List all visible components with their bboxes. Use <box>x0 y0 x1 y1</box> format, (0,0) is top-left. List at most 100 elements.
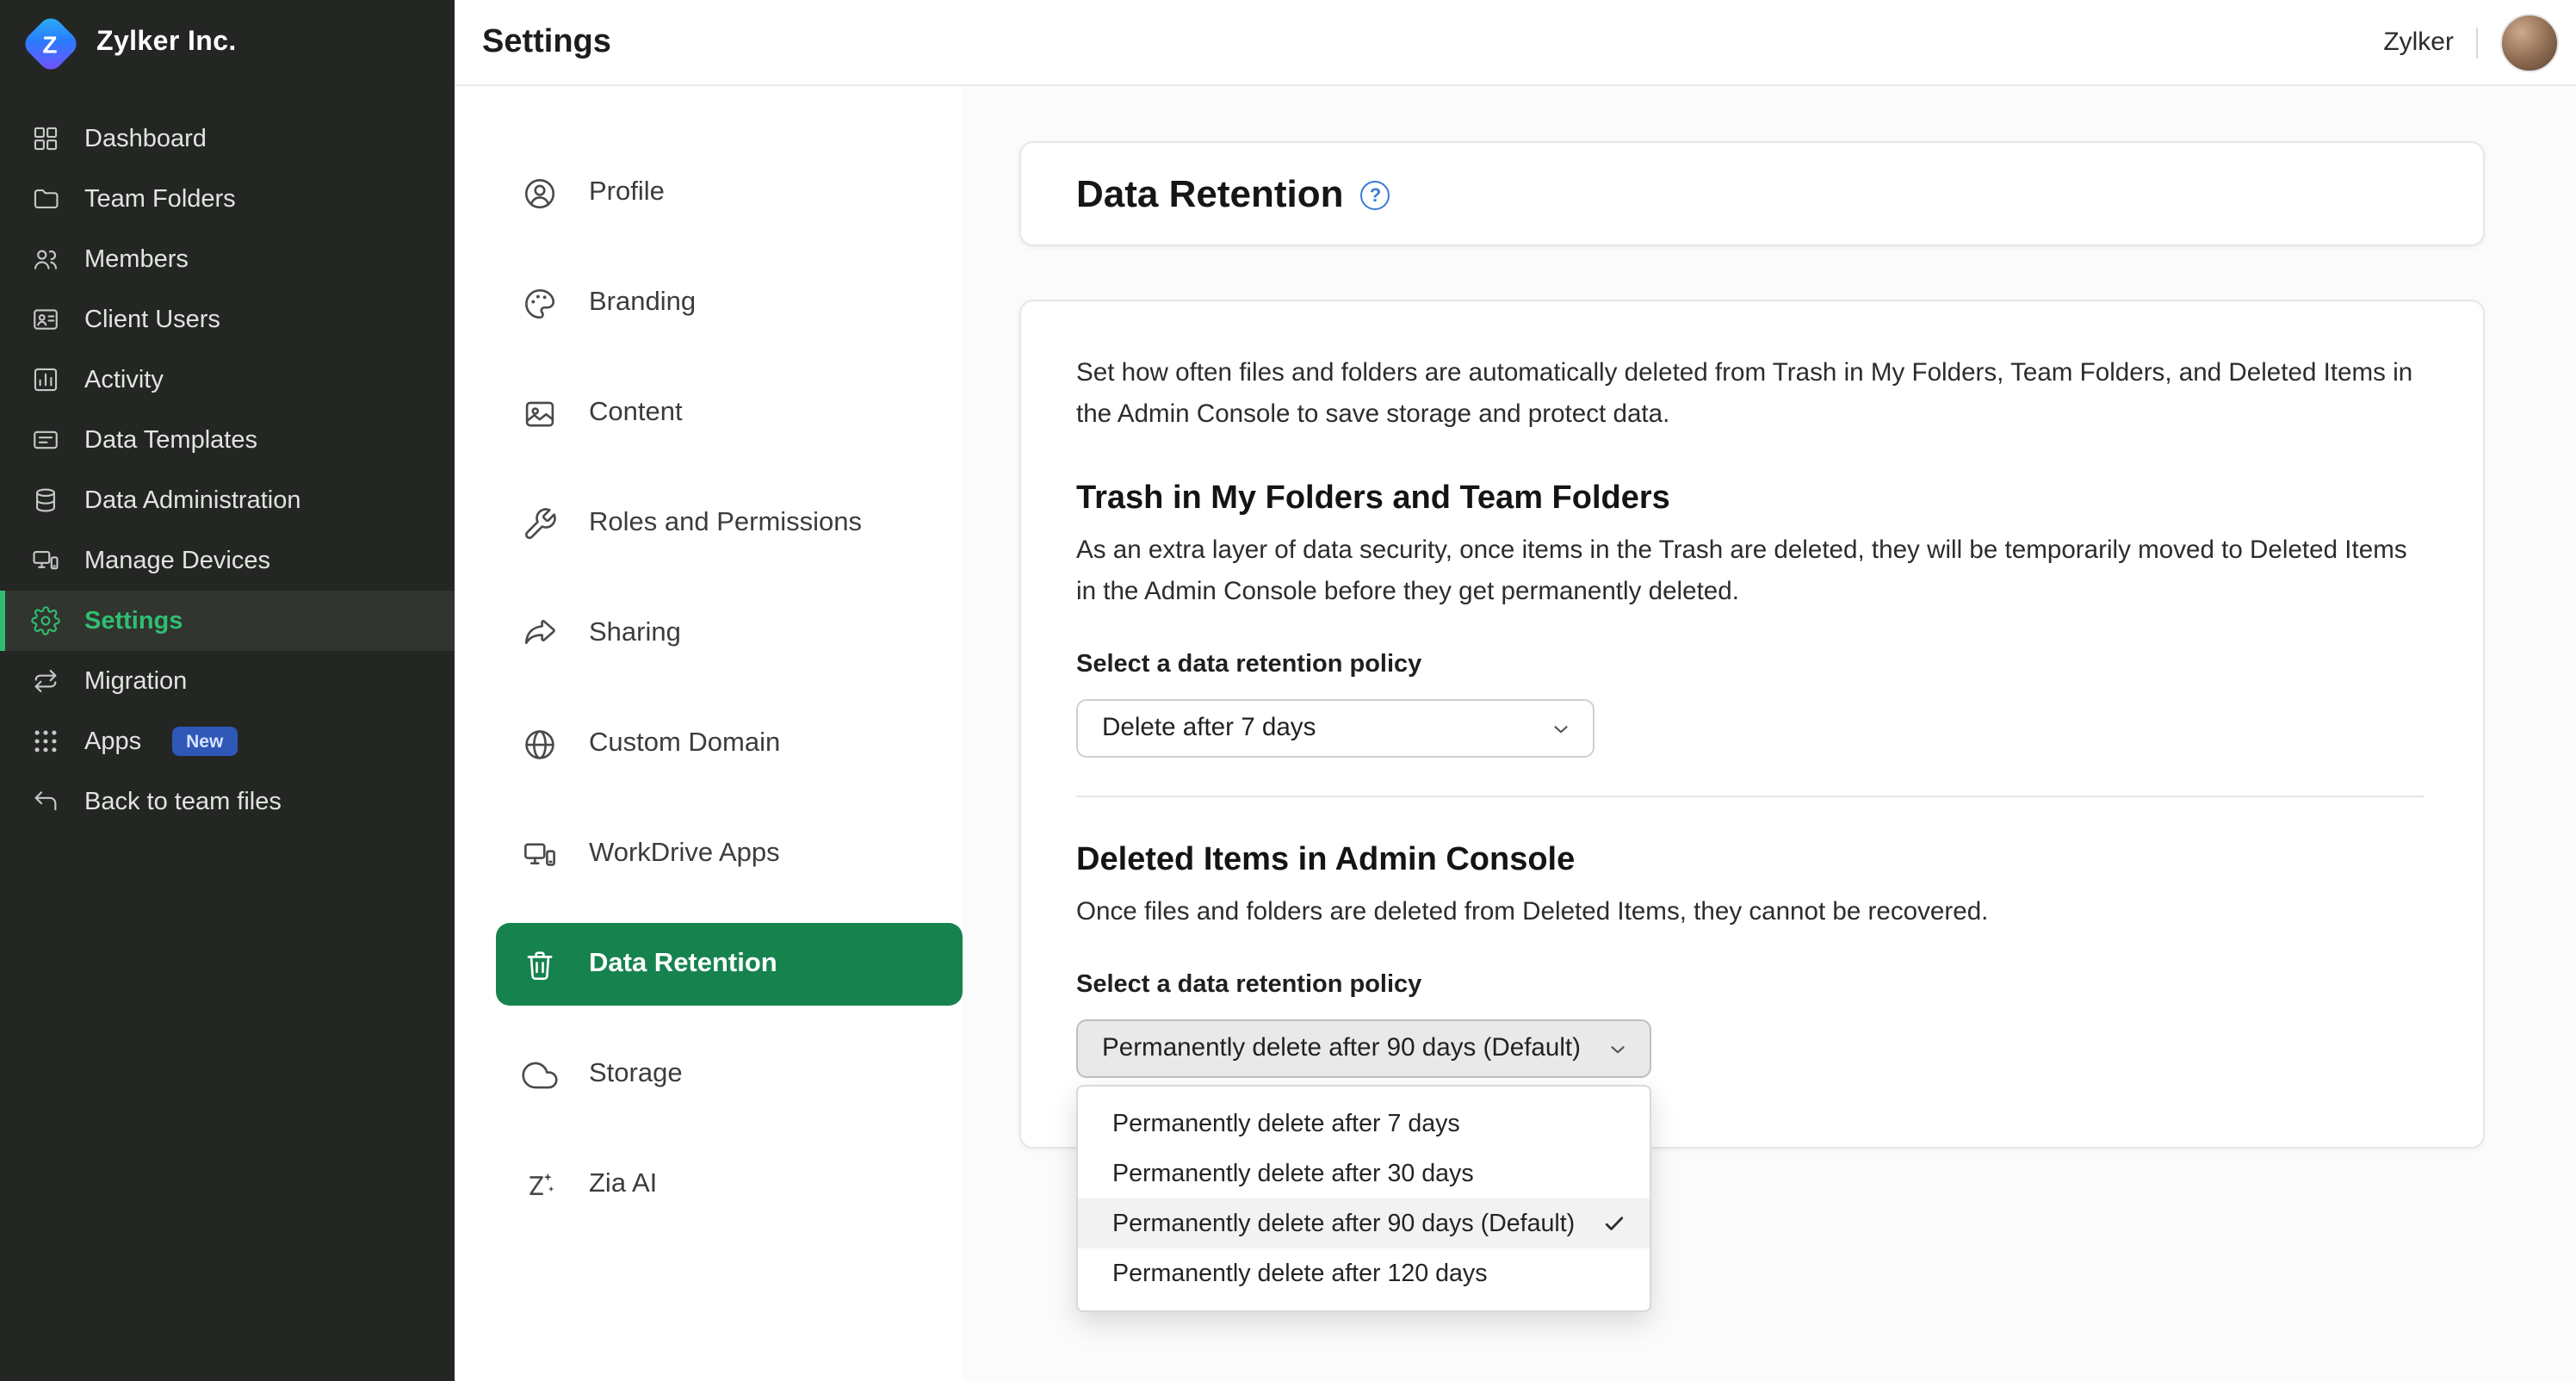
data-retention-settings-card: Set how often files and folders are auto… <box>1019 300 2485 1312</box>
dropdown-option-label: Permanently delete after 90 days (Defaul… <box>1112 1210 1576 1237</box>
settings-nav-item-label: Custom Domain <box>589 728 781 758</box>
data-retention-title-row: Data Retention ? <box>1021 143 2483 245</box>
trash-policy-select[interactable]: Delete after 7 days <box>1076 699 1595 758</box>
sidebar-item-manage-devices[interactable]: Manage Devices <box>0 530 455 591</box>
settings-nav-item-data-retention[interactable]: Data Retention <box>496 923 963 1006</box>
sidebar-item-label: Data Administration <box>84 486 301 514</box>
zia-ai-icon <box>520 1166 558 1204</box>
dashboard-grid-icon <box>29 123 60 154</box>
topbar: Settings Zylker <box>455 0 2576 86</box>
palette-icon <box>520 284 558 322</box>
sidebar-item-dashboard[interactable]: Dashboard <box>0 108 455 169</box>
trash-icon <box>520 945 558 983</box>
sidebar-item-data-administration[interactable]: Data Administration <box>0 470 455 530</box>
brand-name: Zylker Inc. <box>96 28 237 57</box>
settings-nav-item-profile[interactable]: Profile <box>496 152 963 234</box>
profile-icon <box>520 174 558 212</box>
settings-nav-item-label: Data Retention <box>589 949 777 978</box>
dropdown-option-label: Permanently delete after 120 days <box>1112 1260 1488 1287</box>
settings-nav-item-label: Sharing <box>589 618 681 647</box>
trash-policy-value: Delete after 7 days <box>1102 715 1316 742</box>
sidebar-item-label: Manage Devices <box>84 547 270 574</box>
cloud-icon <box>520 1056 558 1093</box>
sidebar-item-label: Activity <box>84 366 164 393</box>
sidebar-item-label: Dashboard <box>84 125 207 152</box>
chevron-down-icon <box>1611 1045 1625 1053</box>
sidebar-item-client-users[interactable]: Client Users <box>0 289 455 350</box>
policy-dropdown-menu: Permanently delete after 7 days Permanent… <box>1076 1085 1651 1312</box>
gear-icon <box>29 605 60 636</box>
members-icon <box>29 244 60 275</box>
settings-nav-item-zia-ai[interactable]: Zia AI <box>496 1143 963 1226</box>
check-icon <box>1605 1217 1624 1230</box>
sidebar-item-apps[interactable]: Apps New <box>0 711 455 771</box>
sidebar-item-data-templates[interactable]: Data Templates <box>0 410 455 470</box>
settings-nav-item-branding[interactable]: Branding <box>496 262 963 344</box>
topbar-right: Zylker <box>2383 13 2559 71</box>
sidebar-item-label: Team Folders <box>84 185 236 213</box>
sidebar-item-label: Members <box>84 245 189 273</box>
sidebar-item-team-folders[interactable]: Team Folders <box>0 169 455 229</box>
client-users-icon <box>29 304 60 335</box>
trash-section-heading: Trash in My Folders and Team Folders <box>1076 480 1670 517</box>
app-window: Z Zylker Inc. Dashboard Team Folders Membe… <box>0 0 2576 1381</box>
brand[interactable]: Z Zylker Inc. <box>0 0 455 86</box>
dropdown-option-permanently-delete-after-120-days[interactable]: Permanently delete after 120 days <box>1078 1248 1650 1298</box>
user-avatar[interactable] <box>2500 13 2559 71</box>
brand-logo-icon: Z <box>20 12 82 74</box>
deleted-items-policy-select-wrap: Permanently delete after 90 days (Defaul… <box>1076 1019 1651 1312</box>
deleted-items-policy-value: Permanently delete after 90 days (Defaul… <box>1102 1035 1581 1062</box>
globe-icon <box>520 725 558 763</box>
dropdown-option-permanently-delete-after-7-days[interactable]: Permanently delete after 7 days <box>1078 1099 1650 1149</box>
dropdown-option-permanently-delete-after-30-days[interactable]: Permanently delete after 30 days <box>1078 1149 1650 1198</box>
activity-icon <box>29 364 60 395</box>
workdrive-apps-icon <box>520 835 558 873</box>
settings-nav-item-custom-domain[interactable]: Custom Domain <box>496 703 963 785</box>
sidebar-item-settings[interactable]: Settings <box>0 591 455 651</box>
help-icon[interactable]: ? <box>1360 181 1390 210</box>
settings-nav-item-label: Branding <box>589 288 697 317</box>
settings-nav-item-label: Zia AI <box>589 1169 658 1198</box>
settings-nav-item-label: Storage <box>589 1059 683 1088</box>
settings-nav-item-label: Content <box>589 398 683 427</box>
return-icon <box>29 786 60 817</box>
sidebar-item-label: Back to team files <box>84 788 282 815</box>
settings-nav-item-storage[interactable]: Storage <box>496 1033 963 1116</box>
wrench-icon <box>520 505 558 542</box>
dropdown-option-permanently-delete-after-90-days-default[interactable]: Permanently delete after 90 days (Defaul… <box>1078 1198 1650 1248</box>
sidebar-item-label: Settings <box>84 607 183 635</box>
team-folder-icon <box>29 183 60 214</box>
data-administration-icon <box>29 485 60 516</box>
sidebar-item-label: Data Templates <box>84 426 257 454</box>
settings-nav-item-label: WorkDrive Apps <box>589 839 780 868</box>
settings-nav-item-workdrive-apps[interactable]: WorkDrive Apps <box>496 813 963 895</box>
settings-nav-item-label: Roles and Permissions <box>589 508 863 537</box>
data-retention-title-card: Data Retention ? <box>1019 141 2485 246</box>
settings-nav-item-content[interactable]: Content <box>496 372 963 455</box>
settings-nav-item-roles-and-permissions[interactable]: Roles and Permissions <box>496 482 963 565</box>
sidebar-item-label: Client Users <box>84 306 220 333</box>
settings-nav: Profile Branding Content Roles and Permissi… <box>455 86 963 1381</box>
apps-grid-icon <box>29 726 60 757</box>
chevron-down-icon <box>1554 725 1568 733</box>
sidebar-item-back-to-team-files[interactable]: Back to team files <box>0 771 455 832</box>
deleted-items-policy-label: Select a data retention policy <box>1076 971 1422 999</box>
share-icon <box>520 615 558 653</box>
account-name[interactable]: Zylker <box>2383 28 2454 57</box>
sidebar-item-activity[interactable]: Activity <box>0 350 455 410</box>
trash-policy-label: Select a data retention policy <box>1076 651 1422 678</box>
sidebar-item-label: Apps <box>84 728 142 755</box>
deleted-items-policy-select[interactable]: Permanently delete after 90 days (Defaul… <box>1076 1019 1651 1078</box>
settings-nav-item-label: Profile <box>589 177 665 207</box>
settings-nav-item-sharing[interactable]: Sharing <box>496 592 963 675</box>
trash-section-description: As an extra layer of data security, once… <box>1076 537 2407 606</box>
deleted-items-section-description: Once files and folders are deleted from … <box>1076 899 1989 926</box>
sidebar-item-members[interactable]: Members <box>0 229 455 289</box>
migration-icon <box>29 666 60 697</box>
dropdown-option-label: Permanently delete after 30 days <box>1112 1160 1474 1187</box>
data-templates-icon <box>29 424 60 455</box>
content-image-icon <box>520 394 558 432</box>
content-area: Profile Branding Content Roles and Permissi… <box>455 86 2576 1381</box>
sidebar-item-migration[interactable]: Migration <box>0 651 455 711</box>
sidebar: Z Zylker Inc. Dashboard Team Folders Membe… <box>0 0 455 1381</box>
